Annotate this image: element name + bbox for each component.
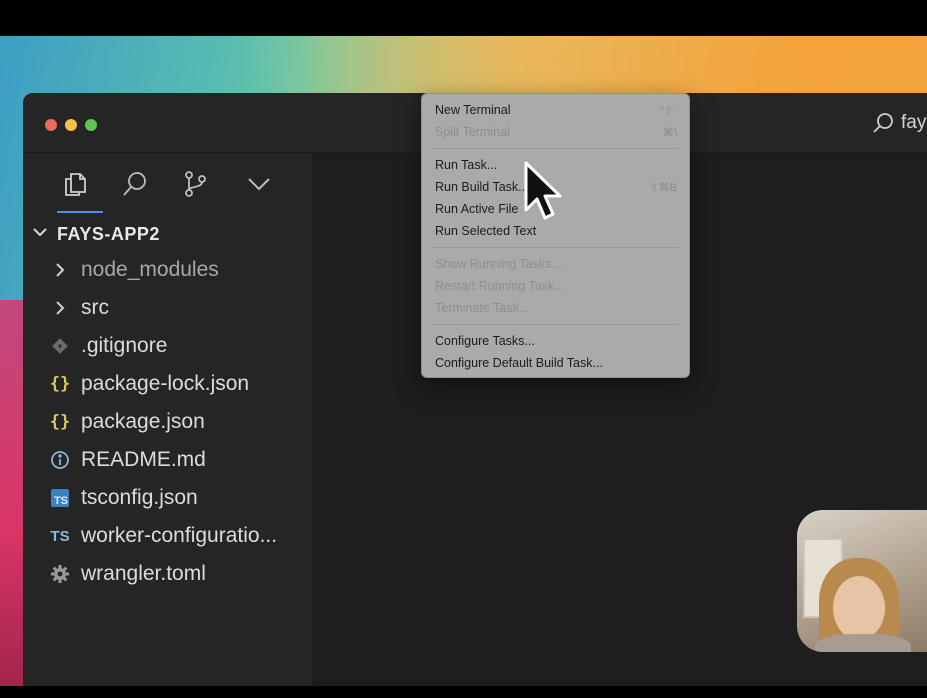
tree-item-package-json[interactable]: {} package.json: [23, 403, 313, 441]
sidebar: FAYS-APP2 node_modules src .gitignore {}…: [23, 153, 313, 686]
menu-item-shortcut: ^⇧`: [658, 104, 677, 117]
ts-config-glyph: TS: [51, 489, 69, 507]
tree-item-label: .gitignore: [81, 334, 168, 357]
project-name: FAYS-APP2: [57, 223, 160, 244]
menu-item-configure-tasks[interactable]: Configure Tasks...: [422, 330, 689, 352]
tree-item-tsconfig[interactable]: TS tsconfig.json: [23, 479, 313, 517]
menu-item-label: Run Active File: [435, 202, 519, 216]
activity-bar: [23, 153, 313, 215]
tree-item-label: node_modules: [81, 258, 219, 281]
search-text: fay: [901, 112, 927, 133]
menu-item-configure-default-build-task[interactable]: Configure Default Build Task...: [422, 352, 689, 374]
chevron-down-icon[interactable]: [242, 167, 276, 201]
mouse-cursor-icon: [522, 160, 566, 229]
gear-icon: [48, 564, 72, 584]
active-view-indicator: [57, 211, 103, 213]
menu-item-label: Run Build Task...: [435, 180, 529, 194]
explorer-section-header[interactable]: FAYS-APP2: [31, 221, 160, 247]
command-center-search[interactable]: fay: [871, 109, 926, 137]
menu-item-label: Split Terminal: [435, 125, 510, 139]
menu-item-label: Configure Tasks...: [435, 334, 535, 348]
tree-item-label: src: [81, 296, 109, 319]
tree-item-src[interactable]: src: [23, 289, 313, 327]
menu-item-label: Terminate Task...: [435, 301, 530, 315]
tree-item-wrangler[interactable]: wrangler.toml: [23, 555, 313, 593]
menu-item-show-running-tasks[interactable]: Show Running Tasks...: [422, 253, 689, 275]
tree-item-label: wrangler.toml: [81, 562, 206, 585]
menu-item-label: Restart Running Task...: [435, 279, 565, 293]
menu-item-restart-running-task[interactable]: Restart Running Task...: [422, 275, 689, 297]
menu-item-terminate-task[interactable]: Terminate Task...: [422, 297, 689, 319]
chevron-right-icon: [48, 261, 72, 279]
menu-item-shortcut: ⇧⌘B: [649, 181, 677, 194]
json-braces-icon: {}: [49, 412, 71, 432]
menu-separator: [432, 148, 679, 149]
desktop-wallpaper-edge: [0, 300, 24, 686]
git-file-icon: [48, 337, 72, 355]
webcam-person-shirt: [815, 634, 911, 652]
ts-icon: TS: [50, 527, 70, 545]
chevron-right-icon: [48, 299, 72, 317]
ts-config-icon: TS: [48, 489, 72, 507]
minimize-window-button[interactable]: [65, 119, 77, 131]
search-icon: [871, 111, 895, 135]
menu-item-label: Show Running Tasks...: [435, 257, 562, 271]
info-icon: [48, 450, 72, 470]
tree-item-readme[interactable]: README.md: [23, 441, 313, 479]
menu-item-label: Configure Default Build Task...: [435, 356, 603, 370]
webcam-overlay: [797, 510, 927, 652]
menu-item-label: Run Task...: [435, 158, 498, 172]
tree-item-label: worker-configuratio...: [81, 524, 278, 547]
source-control-icon[interactable]: [178, 167, 212, 201]
explorer-icon[interactable]: [58, 167, 92, 201]
menu-separator: [432, 247, 679, 248]
json-braces-icon: {}: [49, 374, 71, 394]
webcam-person-face: [833, 576, 885, 640]
menu-separator: [432, 324, 679, 325]
tree-item-label: README.md: [81, 448, 206, 471]
search-view-icon[interactable]: [118, 167, 152, 201]
tree-item-node-modules[interactable]: node_modules: [23, 251, 313, 289]
menu-item-shortcut: ⌘\: [662, 126, 677, 139]
tree-item-package-lock[interactable]: {} package-lock.json: [23, 365, 313, 403]
tree-item-gitignore[interactable]: .gitignore: [23, 327, 313, 365]
file-tree: node_modules src .gitignore {} package-l…: [23, 251, 313, 593]
zoom-window-button[interactable]: [85, 119, 97, 131]
tree-item-label: tsconfig.json: [81, 486, 198, 509]
tree-item-worker-configuration[interactable]: TS worker-configuratio...: [23, 517, 313, 555]
tree-item-label: package.json: [81, 410, 205, 433]
menu-item-new-terminal[interactable]: New Terminal ^⇧`: [422, 99, 689, 121]
menu-item-label: New Terminal: [435, 103, 511, 117]
chevron-down-icon: [31, 223, 49, 246]
tree-item-label: package-lock.json: [81, 372, 250, 395]
terminal-menu: New Terminal ^⇧` Split Terminal ⌘\ Run T…: [421, 93, 690, 378]
menu-item-split-terminal[interactable]: Split Terminal ⌘\: [422, 121, 689, 143]
close-window-button[interactable]: [45, 119, 57, 131]
